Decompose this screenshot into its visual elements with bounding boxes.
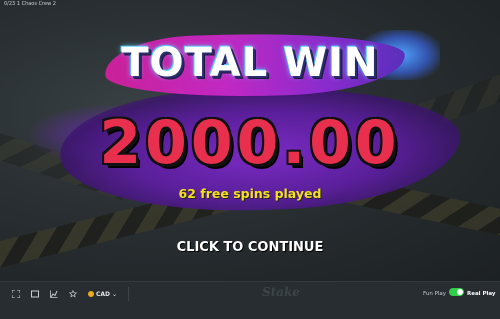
real-play-label[interactable]: Real Play (467, 289, 496, 299)
stats-icon[interactable] (49, 289, 59, 299)
free-spins-played-text: 62 free spins played (178, 186, 322, 201)
window-title: 0/23 1 Chaos Crew 2 (4, 1, 56, 7)
click-to-continue-button[interactable]: CLICK TO CONTINUE (0, 240, 500, 255)
total-win-heading: TOTAL WIN (121, 40, 379, 86)
chevron-down-icon: ⌄ (112, 290, 118, 298)
fun-play-label[interactable]: Fun Play (423, 289, 446, 299)
star-icon[interactable] (68, 289, 78, 299)
game-area[interactable]: 0/23 1 Chaos Crew 2 TOTAL WIN 2000.00 62… (0, 0, 500, 281)
toolbar-divider (128, 287, 129, 301)
window-icon[interactable] (30, 289, 40, 299)
fullscreen-icon[interactable] (11, 289, 21, 299)
currency-label: CAD (96, 290, 111, 298)
toggle-knob (457, 289, 463, 295)
bottom-toolbar: CAD ⌄ Stake Fun Play Real Play (0, 281, 500, 319)
play-mode-toggle[interactable] (449, 288, 464, 296)
win-amount: 2000.00 (99, 108, 401, 178)
stake-logo: Stake (262, 285, 300, 299)
coin-icon (88, 291, 94, 297)
currency-selector[interactable]: CAD ⌄ (88, 289, 117, 299)
